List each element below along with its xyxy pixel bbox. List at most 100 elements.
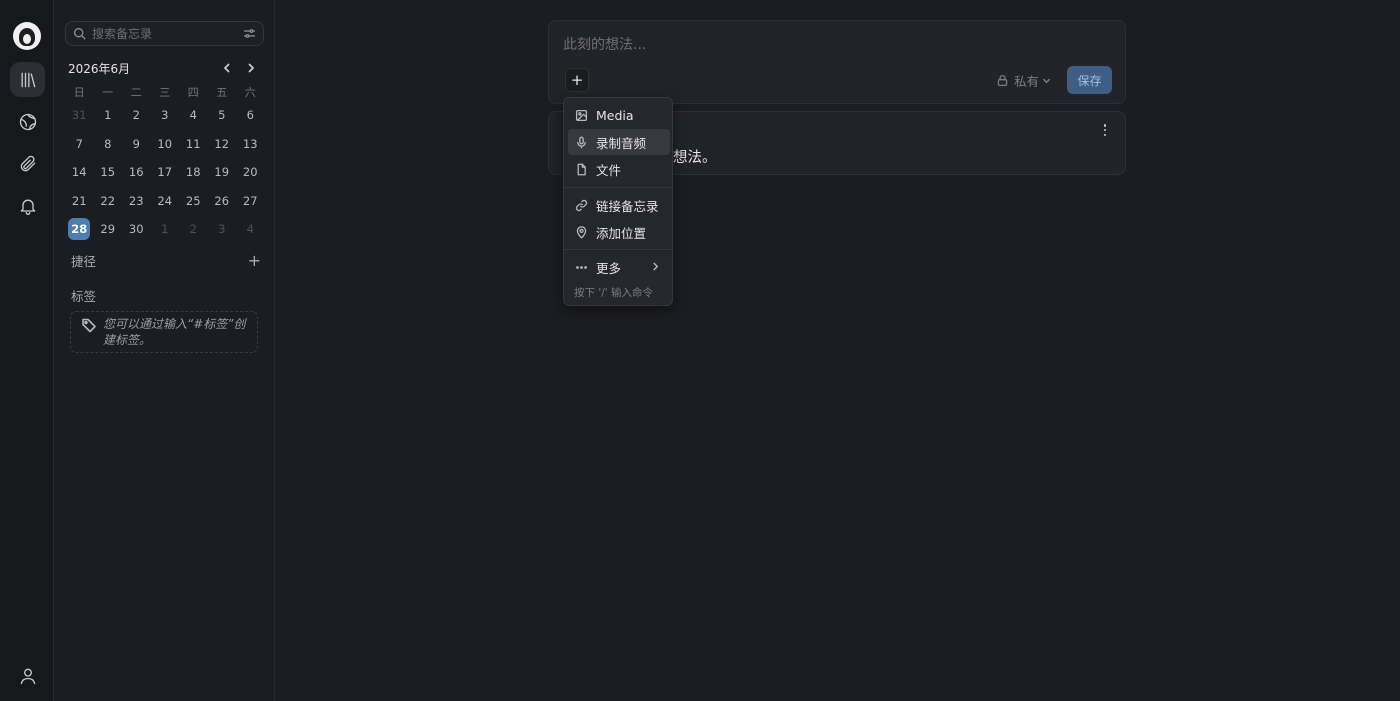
memo-editor: 此刻的想法... + 私有 保存 — [548, 20, 1126, 104]
save-button[interactable]: 保存 — [1067, 66, 1112, 94]
insert-menu-button[interactable]: + — [565, 68, 589, 92]
calendar-day-label: 18 — [185, 165, 201, 180]
calendar-day[interactable]: 4 — [236, 215, 265, 244]
calendar-day[interactable]: 31 — [65, 101, 94, 130]
menu-item-label: 添加位置 — [596, 225, 647, 241]
calendar-day[interactable]: 15 — [94, 158, 123, 187]
calendar-day[interactable]: 3 — [208, 215, 237, 244]
chevron-left-icon — [224, 63, 230, 73]
visibility-label: 私有 — [1014, 73, 1040, 89]
bell-icon — [20, 199, 35, 215]
search-icon — [73, 27, 86, 40]
calendar-day[interactable]: 20 — [236, 158, 265, 187]
calendar-day[interactable]: 2 — [179, 215, 208, 244]
calendar-day[interactable]: 16 — [122, 158, 151, 187]
calendar-day-label: 24 — [157, 193, 173, 208]
calendar-day-label: 5 — [218, 108, 226, 123]
calendar-day[interactable]: 13 — [236, 130, 265, 159]
calendar-weekday: 四 — [187, 86, 199, 99]
calendar-day[interactable]: 5 — [208, 101, 237, 130]
calendar-prev-button[interactable] — [215, 60, 239, 76]
calendar-day[interactable]: 21 — [65, 187, 94, 216]
calendar-day[interactable]: 7 — [65, 130, 94, 159]
calendar-title: 2026年6月 — [68, 61, 131, 76]
menu-item-more[interactable]: 更多 — [568, 254, 670, 280]
calendar-day[interactable]: 6 — [236, 101, 265, 130]
calendar-day-label: 4 — [246, 222, 254, 237]
menu-item-label: 更多 — [596, 260, 622, 276]
calendar-day-label: 28 — [68, 218, 91, 241]
calendar-day-label: 3 — [218, 222, 226, 237]
map-pin-icon — [576, 225, 587, 238]
calendar-day-label: 1 — [104, 108, 112, 123]
add-shortcut-button[interactable]: + — [248, 251, 261, 270]
app-logo[interactable] — [13, 22, 41, 50]
calendar-day-label: 21 — [71, 193, 87, 208]
menu-item-link-memo[interactable]: 链接备忘录 — [568, 192, 670, 218]
nav-profile-button[interactable] — [10, 658, 45, 693]
calendar-day[interactable]: 25 — [179, 187, 208, 216]
tags-label: 标签 — [71, 288, 97, 304]
menu-divider — [564, 187, 672, 188]
calendar-day[interactable]: 9 — [122, 130, 151, 159]
calendar-day[interactable]: 29 — [94, 215, 123, 244]
calendar-day-today[interactable]: 28 — [65, 215, 94, 244]
calendar-day[interactable]: 2 — [122, 101, 151, 130]
calendar-day[interactable]: 14 — [65, 158, 94, 187]
calendar-day-label: 4 — [189, 108, 197, 123]
chevron-right-icon — [248, 63, 254, 73]
tags-empty-hint: 您可以通过输入“#标签”创建标签。 — [70, 311, 258, 353]
nav-attachments-button[interactable] — [10, 146, 45, 181]
calendar-day[interactable]: 3 — [151, 101, 180, 130]
calendar-day-label: 14 — [71, 165, 87, 180]
calendar-next-button[interactable] — [239, 60, 263, 76]
calendar-day[interactable]: 27 — [236, 187, 265, 216]
calendar-weekday: 三 — [159, 86, 171, 99]
calendar-day[interactable]: 10 — [151, 130, 180, 159]
menu-item-label: 文件 — [596, 162, 622, 178]
calendar-day[interactable]: 11 — [179, 130, 208, 159]
calendar-day[interactable]: 23 — [122, 187, 151, 216]
search-input[interactable] — [92, 26, 243, 41]
calendar-day-label: 11 — [185, 136, 201, 151]
calendar-day[interactable]: 1 — [151, 215, 180, 244]
calendar-day[interactable]: 18 — [179, 158, 208, 187]
visibility-selector[interactable]: 私有 — [996, 71, 1056, 89]
calendar-day-label: 1 — [161, 222, 169, 237]
editor-placeholder[interactable]: 此刻的想法... — [563, 34, 646, 54]
menu-item-label: 链接备忘录 — [596, 198, 659, 214]
calendar-day-label: 25 — [185, 193, 201, 208]
tag-icon — [82, 318, 96, 333]
calendar-day[interactable]: 12 — [208, 130, 237, 159]
calendar-day[interactable]: 19 — [208, 158, 237, 187]
menu-item-label: Media — [596, 107, 634, 123]
menu-item-file[interactable]: 文件 — [568, 156, 670, 182]
calendar-day[interactable]: 8 — [94, 130, 123, 159]
calendar-header: 2026年6月 — [68, 60, 263, 76]
calendar-day[interactable]: 1 — [94, 101, 123, 130]
calendar-day[interactable]: 30 — [122, 215, 151, 244]
menu-item-record-audio[interactable]: 录制音频 — [568, 129, 670, 155]
calendar-day[interactable]: 17 — [151, 158, 180, 187]
calendar-day[interactable]: 24 — [151, 187, 180, 216]
calendar-weekday: 日 — [73, 86, 85, 99]
calendar-day-label: 27 — [242, 193, 258, 208]
menu-item-add-location[interactable]: 添加位置 — [568, 219, 670, 245]
calendar-day[interactable]: 4 — [179, 101, 208, 130]
filter-settings-icon[interactable] — [243, 27, 256, 40]
nav-notifications-button[interactable] — [10, 188, 45, 223]
menu-item-media[interactable]: Media — [568, 102, 670, 128]
memo-more-icon[interactable] — [1099, 122, 1111, 138]
search-box — [65, 21, 264, 46]
ellipsis-icon — [576, 265, 587, 269]
calendar-day-label: 8 — [104, 136, 112, 151]
memo-content: 想法。 — [673, 150, 717, 166]
calendar-day-label: 10 — [157, 136, 173, 151]
nav-explore-button[interactable] — [10, 104, 45, 139]
chevron-right-icon — [653, 262, 659, 271]
nav-memos-button[interactable] — [10, 62, 45, 97]
calendar-day[interactable]: 26 — [208, 187, 237, 216]
globe-icon — [19, 113, 36, 130]
library-icon — [21, 72, 35, 87]
calendar-day[interactable]: 22 — [94, 187, 123, 216]
